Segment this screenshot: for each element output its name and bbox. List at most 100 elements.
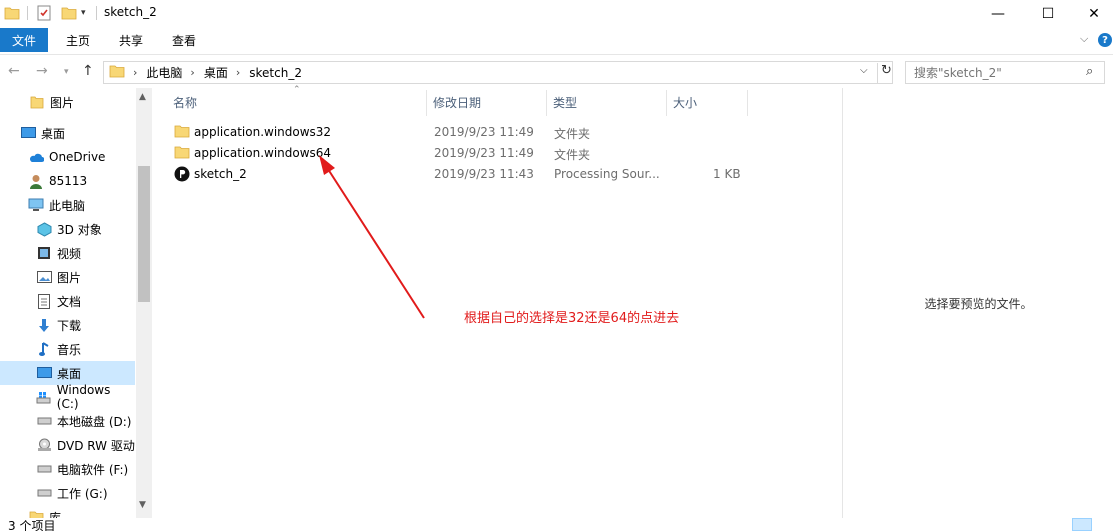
desktop-icon <box>20 125 36 141</box>
table-row[interactable]: application.windows64 2019/9/23 11:49 文件… <box>160 143 760 164</box>
preview-pane: 选择要预览的文件。 <box>842 88 1113 518</box>
chevron-right-icon[interactable]: › <box>190 66 194 79</box>
sidebar-item-label: 此电脑 <box>49 198 86 213</box>
sidebar-item-drive-d[interactable]: 本地磁盘 (D:) <box>0 409 135 433</box>
user-icon <box>28 173 44 189</box>
minimize-button[interactable]: — <box>975 0 1021 28</box>
file-list: ⌃ 名称 修改日期 类型 大小 application.windows32 20… <box>160 85 840 518</box>
expand-ribbon-icon[interactable]: ⌵ <box>1080 32 1088 46</box>
table-row[interactable]: application.windows32 2019/9/23 11:49 文件… <box>160 122 760 143</box>
folder-icon[interactable] <box>4 4 20 22</box>
sidebar-item-label: 下载 <box>57 318 82 333</box>
sidebar-item-drive-c[interactable]: Windows (C:) <box>0 383 135 411</box>
sidebar-item-library[interactable]: 库 <box>0 505 135 518</box>
close-button[interactable]: ✕ <box>1071 0 1113 28</box>
sidebar-item-music[interactable]: 音乐 <box>0 337 135 361</box>
search-box[interactable]: ⌕ <box>905 61 1105 84</box>
music-icon <box>36 341 52 357</box>
onedrive-icon <box>28 149 44 165</box>
sidebar-item-dvd[interactable]: DVD RW 驱动 <box>0 433 135 457</box>
details-view-icon[interactable] <box>1072 518 1092 531</box>
file-size: 1 KB <box>713 167 741 181</box>
chevron-right-icon[interactable]: › <box>236 66 240 79</box>
sidebar-item-drive-g[interactable]: 工作 (G:) <box>0 481 135 505</box>
column-divider[interactable] <box>666 90 667 116</box>
sidebar-item-documents[interactable]: 文档 <box>0 289 135 313</box>
sidebar-item-label: 视频 <box>57 246 82 261</box>
column-header-type[interactable]: 类型 <box>553 88 577 116</box>
sidebar-item-this-pc[interactable]: 此电脑 <box>0 193 135 217</box>
sidebar-item-label: OneDrive <box>49 150 106 164</box>
help-icon[interactable]: ? <box>1098 33 1112 47</box>
window-title: sketch_2 <box>104 5 157 19</box>
large-icons-view-icon[interactable] <box>1094 518 1113 531</box>
column-divider[interactable] <box>426 90 427 116</box>
scrollbar-thumb[interactable] <box>138 166 150 302</box>
maximize-button[interactable]: ☐ <box>1025 0 1071 28</box>
3d-objects-icon <box>36 221 52 237</box>
tab-home[interactable]: 主页 <box>66 28 90 52</box>
documents-icon <box>36 293 52 309</box>
file-type: 文件夹 <box>554 127 591 141</box>
annotation-text: 根据自己的选择是32还是64的点进去 <box>464 311 680 326</box>
tab-view[interactable]: 查看 <box>172 28 196 52</box>
sidebar-item-label: 库 <box>49 510 62 519</box>
chevron-right-icon[interactable]: › <box>133 66 137 79</box>
sidebar-item-3d-objects[interactable]: 3D 对象 <box>0 217 135 241</box>
sidebar-item-drive-f[interactable]: 电脑软件 (F:) <box>0 457 135 481</box>
sidebar-item-videos[interactable]: 视频 <box>0 241 135 265</box>
sidebar-item-pictures-quick[interactable]: 图片 <box>0 90 135 114</box>
tab-share[interactable]: 共享 <box>119 28 143 52</box>
column-header-name[interactable]: 名称 <box>173 88 197 116</box>
sidebar-item-label: 85113 <box>49 174 88 188</box>
new-folder-icon[interactable] <box>61 4 77 22</box>
sidebar-item-desktop[interactable]: 桌面 <box>0 361 135 385</box>
folder-icon <box>174 145 190 162</box>
forward-arrow-icon[interactable]: → <box>36 63 48 79</box>
properties-icon[interactable] <box>36 4 52 22</box>
file-date: 2019/9/23 11:49 <box>434 125 534 139</box>
folder-icon <box>109 64 125 81</box>
chevron-down-icon[interactable]: ▼ <box>139 500 146 510</box>
sidebar-item-label: 文档 <box>57 294 82 309</box>
column-divider[interactable] <box>546 90 547 116</box>
divider <box>27 6 28 20</box>
back-arrow-icon[interactable]: ← <box>8 63 20 79</box>
preview-message: 选择要预览的文件。 <box>924 297 1033 311</box>
table-row[interactable]: sketch_2 2019/9/23 11:43 Processing Sour… <box>160 164 760 185</box>
chevron-down-icon[interactable]: ⌵ <box>860 65 868 76</box>
recent-locations-icon[interactable]: ▾ <box>64 67 69 77</box>
drive-icon <box>36 461 52 477</box>
library-icon <box>28 509 44 518</box>
windows-drive-icon <box>36 389 52 405</box>
column-header-date[interactable]: 修改日期 <box>433 88 481 116</box>
desktop-icon <box>36 365 52 381</box>
breadcrumb-sketch-2[interactable]: sketch_2 <box>249 66 302 80</box>
refresh-icon[interactable]: ↻ <box>877 63 892 83</box>
videos-icon <box>36 245 52 261</box>
sidebar-item-label: 电脑软件 (F:) <box>57 462 129 477</box>
chevron-up-icon[interactable]: ▲ <box>139 92 146 102</box>
up-arrow-icon[interactable]: ↑ <box>82 63 94 79</box>
breadcrumb-desktop[interactable]: 桌面 <box>204 64 228 81</box>
tab-file[interactable]: 文件 <box>0 28 48 52</box>
breadcrumb-this-pc[interactable]: 此电脑 <box>146 64 182 81</box>
customize-dropdown-icon[interactable]: ▾ <box>81 4 86 22</box>
sidebar-item-label: 图片 <box>50 95 75 110</box>
sort-ascending-icon: ⌃ <box>293 85 301 95</box>
file-type: 文件夹 <box>554 148 591 162</box>
address-bar[interactable]: › 此电脑 › 桌面 › sketch_2 ⌵ ↻ <box>103 61 893 84</box>
column-header-size[interactable]: 大小 <box>673 88 697 116</box>
sidebar-item-user[interactable]: 85113 <box>0 169 135 193</box>
search-icon[interactable]: ⌕ <box>1086 64 1093 79</box>
file-date: 2019/9/23 11:43 <box>434 167 534 181</box>
sidebar-item-desktop-root[interactable]: 桌面 <box>0 121 135 145</box>
sidebar-scrollbar[interactable]: ▲ ▼ <box>136 88 152 518</box>
sidebar-item-label: DVD RW 驱动 <box>57 438 135 453</box>
sidebar-item-downloads[interactable]: 下载 <box>0 313 135 337</box>
sidebar-item-pictures[interactable]: 图片 <box>0 265 135 289</box>
search-input[interactable] <box>914 65 1084 80</box>
column-divider[interactable] <box>747 90 748 116</box>
file-name: application.windows64 <box>194 146 332 160</box>
sidebar-item-onedrive[interactable]: OneDrive <box>0 145 135 169</box>
